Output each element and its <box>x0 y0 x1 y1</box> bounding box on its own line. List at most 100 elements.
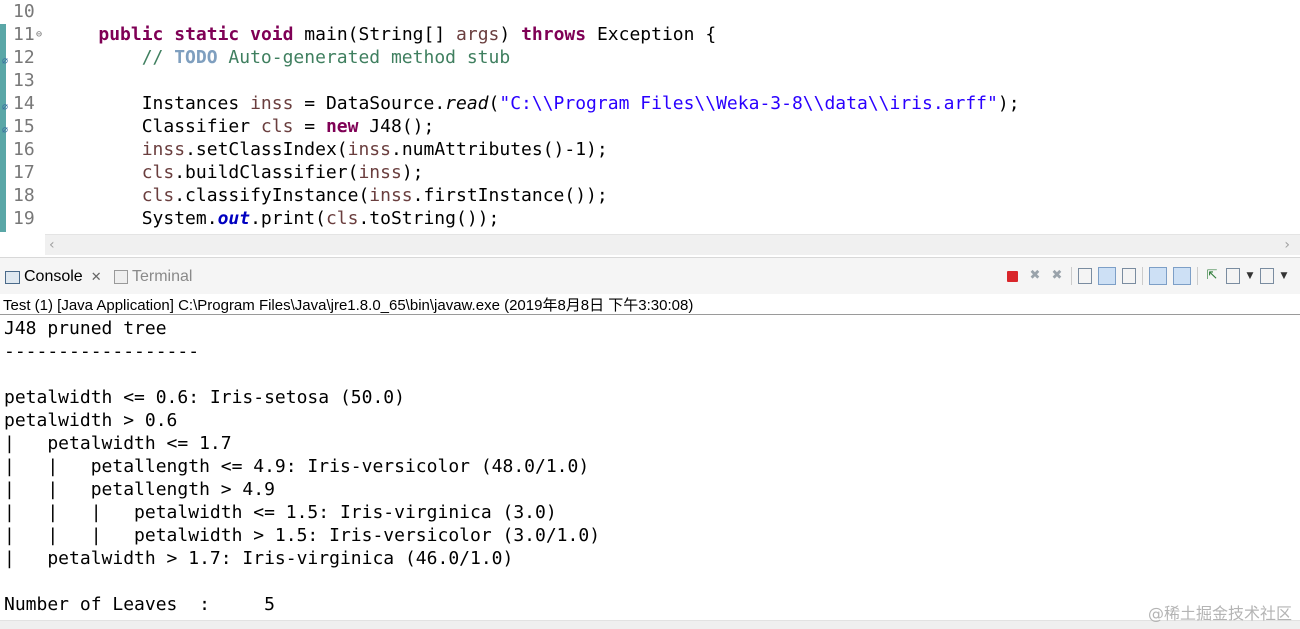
code-text: public static void main(String[] args) t… <box>1 23 716 46</box>
show-on-stderr-icon[interactable] <box>1173 267 1191 285</box>
toolbar-separator <box>1197 267 1198 285</box>
code-line[interactable]: 17 cls.buildClassifier(inss); <box>0 161 1300 184</box>
code-line[interactable]: 10 <box>0 0 1300 23</box>
code-line[interactable]: 11 ⊖ public static void main(String[] arg… <box>0 23 1300 46</box>
launch-description: Test (1) [Java Application] C:\Program F… <box>3 297 694 314</box>
code-token: = <box>293 116 326 137</box>
console-line: petalwidth <= 0.6: Iris-setosa (50.0) <box>4 387 405 408</box>
code-line[interactable]: ⌀ 12 // TODO Auto-generated method stub <box>0 46 1300 69</box>
code-token: inss <box>369 185 413 206</box>
console-line: | petalwidth <= 1.7 <box>4 433 232 454</box>
line-number: 10 <box>13 1 35 22</box>
code-line[interactable]: ⌀ 15 Classifier cls = new J48(); <box>0 115 1300 138</box>
line-number: 13 <box>13 70 35 91</box>
code-token: Classifier <box>141 116 261 137</box>
code-token: cls <box>260 116 294 137</box>
code-token: inss <box>250 93 294 114</box>
clear-console-icon[interactable] <box>1078 268 1092 284</box>
code-token: .numAttributes()-1); <box>390 139 608 160</box>
word-wrap-icon[interactable] <box>1122 268 1136 284</box>
code-token: Instances <box>141 93 251 114</box>
tab-terminal[interactable]: Terminal <box>114 268 192 286</box>
code-token: .setClassIndex( <box>185 139 348 160</box>
editor-horizontal-scrollbar[interactable]: ‹ › <box>45 234 1300 255</box>
code-token: cls <box>325 208 359 229</box>
console-line: | | petallength <= 4.9: Iris-versicolor … <box>4 456 590 477</box>
code-token: new <box>325 116 359 137</box>
tab-terminal-label: Terminal <box>132 268 193 285</box>
tab-console-label: Console <box>24 268 83 285</box>
code-token: Auto-generated method stub <box>217 47 511 68</box>
display-console-icon[interactable] <box>1226 268 1240 284</box>
code-token: System. <box>141 208 218 229</box>
console-output[interactable]: J48 pruned tree ------------------ petalwi… <box>4 317 600 616</box>
code-token: ); <box>997 93 1020 114</box>
code-line[interactable]: 19 System.out.print(cls.toString()); <box>0 207 1300 230</box>
code-token: ( <box>488 93 500 114</box>
code-token: read <box>445 93 489 114</box>
code-token: main(String[] <box>293 24 457 45</box>
console-view-tabbar: Console ✕ Terminal ✖ ✖ ⇱ ▼ ▼ <box>0 257 1300 294</box>
code-editor[interactable]: 10 11 ⊖ public static void main(String[] a… <box>0 0 1300 256</box>
divider <box>0 314 1300 315</box>
pin-console-icon[interactable]: ⇱ <box>1204 268 1220 284</box>
code-line[interactable]: 16 inss.setClassIndex(inss.numAttributes… <box>0 138 1300 161</box>
console-line: | | | petalwidth > 1.5: Iris-versicolor … <box>4 525 601 546</box>
code-token: throws <box>521 24 587 45</box>
scroll-right-icon[interactable]: › <box>1284 237 1290 253</box>
console-line: | petalwidth > 1.7: Iris-virginica (46.0… <box>4 548 514 569</box>
scroll-left-icon[interactable]: ‹ <box>49 237 55 253</box>
tab-console[interactable]: Console ✕ <box>5 268 102 286</box>
console-line: petalwidth > 0.6 <box>4 410 178 431</box>
code-text: Instances inss = DataSource.read("C:\\Pr… <box>1 92 1020 115</box>
code-token: cls <box>141 185 175 206</box>
code-line[interactable]: 18 cls.classifyInstance(inss.firstInstan… <box>0 184 1300 207</box>
show-on-stdout-icon[interactable] <box>1149 267 1167 285</box>
code-text: // TODO Auto-generated method stub <box>1 46 510 69</box>
chevron-down-icon[interactable]: ▼ <box>1246 268 1254 284</box>
code-text: Classifier cls = new J48(); <box>1 115 435 138</box>
watermark: @稀土掘金技术社区 <box>1147 604 1292 623</box>
code-token: static <box>174 24 240 45</box>
close-icon[interactable]: ✕ <box>91 269 102 285</box>
code-token: args <box>456 24 500 45</box>
remove-all-icon[interactable]: ✖ <box>1049 268 1065 284</box>
code-token: inss <box>347 139 391 160</box>
code-token: out <box>217 208 251 229</box>
code-text: System.out.print(cls.toString()); <box>1 207 500 230</box>
code-token: .toString()); <box>358 208 500 229</box>
code-token: J48(); <box>358 116 435 137</box>
code-token: inss <box>358 162 402 183</box>
code-text: inss.setClassIndex(inss.numAttributes()-… <box>1 138 608 161</box>
console-icon <box>5 270 20 284</box>
scroll-lock-icon[interactable] <box>1098 267 1116 285</box>
code-line[interactable]: ⌀ 14 Instances inss = DataSource.read("C:… <box>0 92 1300 115</box>
open-console-icon[interactable] <box>1260 268 1274 284</box>
stop-icon[interactable] <box>1007 270 1018 282</box>
remove-launch-icon[interactable]: ✖ <box>1027 268 1043 284</box>
code-token: inss <box>141 139 186 160</box>
code-line[interactable]: 13 <box>0 69 1300 92</box>
code-text: cls.buildClassifier(inss); <box>1 161 424 184</box>
code-token: ) <box>499 24 522 45</box>
chevron-down-icon[interactable]: ▼ <box>1280 268 1288 284</box>
console-line: J48 pruned tree <box>4 318 167 339</box>
code-token: .firstInstance()); <box>412 185 608 206</box>
code-text: cls.classifyInstance(inss.firstInstance(… <box>1 184 608 207</box>
code-token: .classifyInstance( <box>174 185 370 206</box>
code-token: Exception { <box>586 24 717 45</box>
console-line: ------------------ <box>4 341 200 362</box>
code-token: public <box>98 24 164 45</box>
code-token: .print( <box>250 208 326 229</box>
code-token: "C:\\Program Files\\Weka-3-8\\data\\iris… <box>499 93 998 114</box>
